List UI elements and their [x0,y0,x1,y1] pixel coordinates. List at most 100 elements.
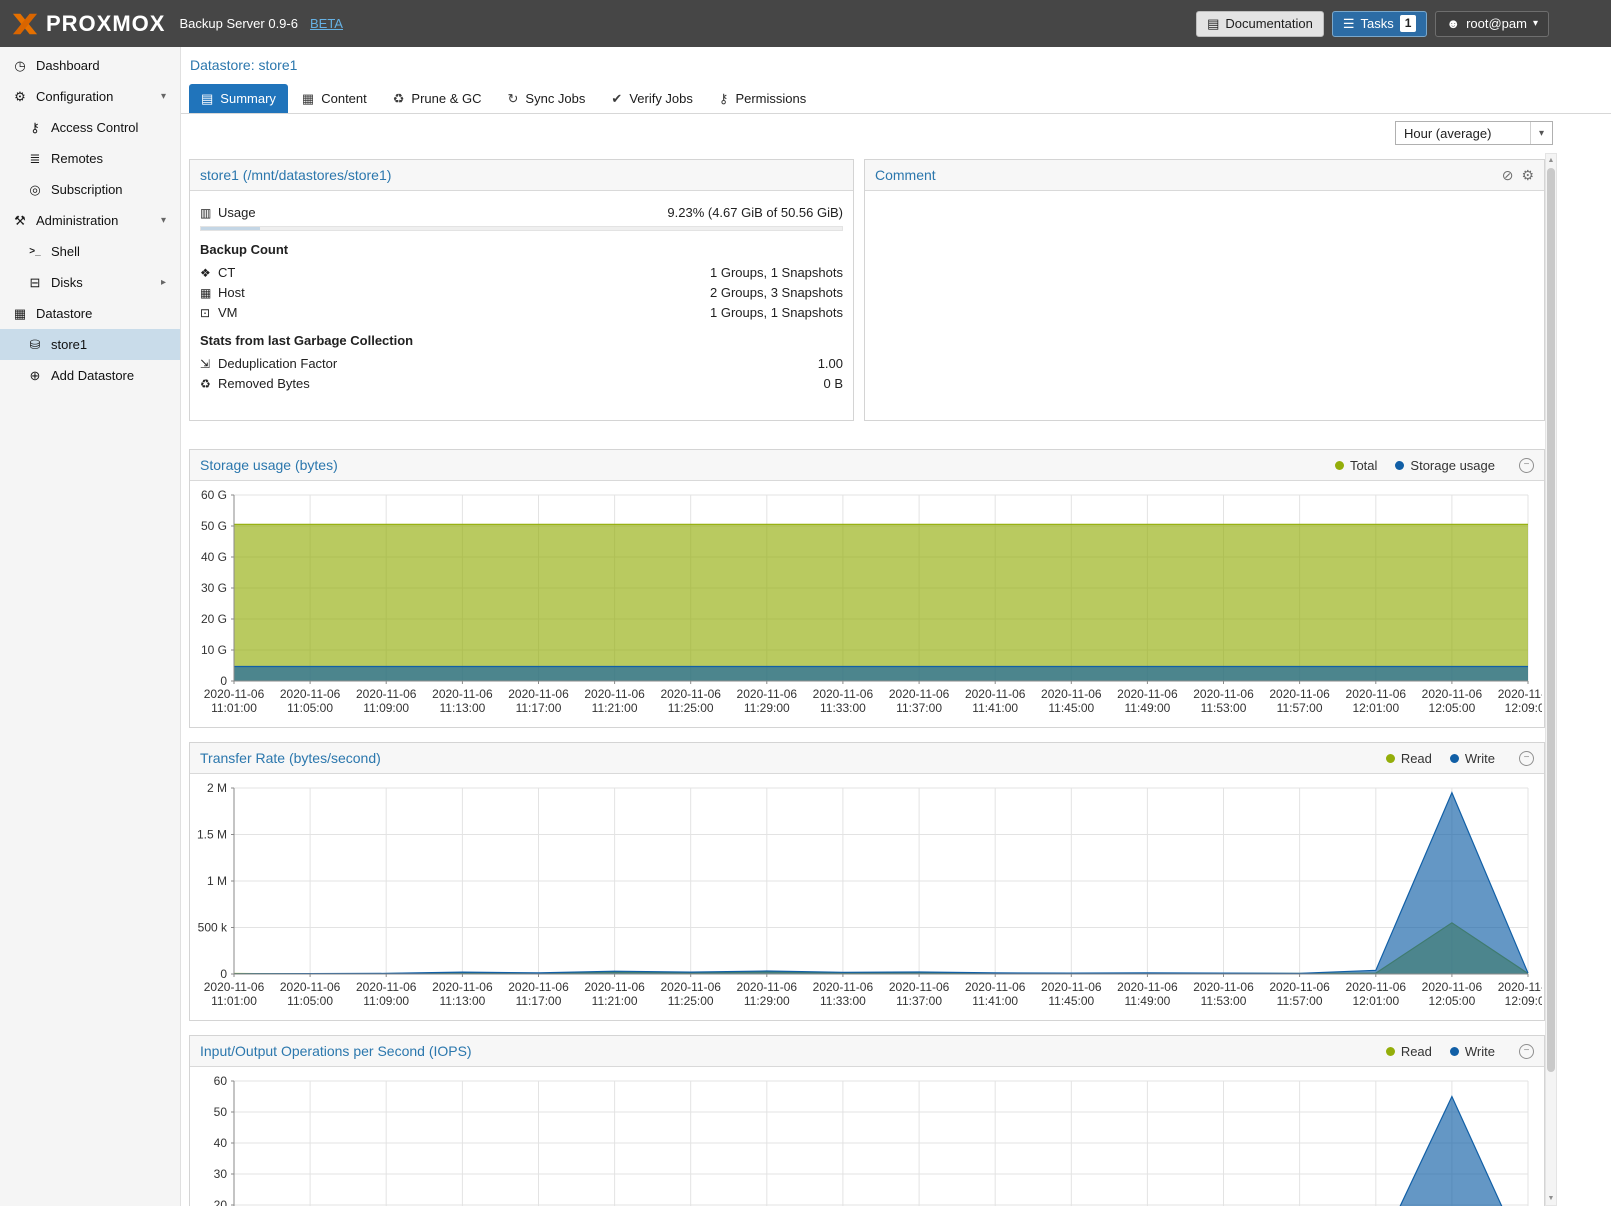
svg-text:50 G: 50 G [201,519,227,533]
svg-text:11:13:00: 11:13:00 [439,994,485,1008]
legend-item-storage-usage[interactable]: Storage usage [1395,458,1495,473]
legend-dot-read [1386,754,1395,763]
gear-icon[interactable]: ⚙ [1521,167,1534,184]
tab-prune-gc[interactable]: ♻ Prune & GC [381,84,494,113]
legend-item-write[interactable]: Write [1450,751,1495,766]
legend-dot-write [1450,1047,1459,1056]
tab-summary[interactable]: ▤ Summary [189,84,288,113]
collapse-chart-button[interactable]: − [1519,751,1534,766]
book-icon: ▤ [1207,16,1219,32]
sidebar-item-dashboard[interactable]: ◷ Dashboard [0,50,180,81]
tab-permissions[interactable]: ⚷ Permissions [707,84,818,113]
comment-body[interactable] [865,191,1544,215]
svg-text:2020-11-06: 2020-11-06 [356,980,417,994]
legend-dot-write [1450,754,1459,763]
tab-sync-jobs[interactable]: ↻ Sync Jobs [496,84,598,113]
tab-label: Summary [220,91,276,106]
cube-icon: ❖ [200,266,218,280]
legend-item-read[interactable]: Read [1386,1044,1432,1059]
svg-text:11:33:00: 11:33:00 [820,701,866,715]
sidebar-item-datastore[interactable]: ▦ Datastore [0,298,180,329]
sidebar-item-configuration[interactable]: ⚙ Configuration ▾ [0,81,180,112]
product-name: PROXMOX [46,11,165,37]
content-scrollbar[interactable]: ▲ ▼ [1545,153,1557,1206]
svg-text:2020-11-06: 2020-11-06 [432,980,493,994]
collapse-chart-button[interactable]: − [1519,458,1534,473]
sidebar-item-add-datastore[interactable]: ⊕ Add Datastore [0,360,180,391]
svg-text:2020-11-06: 2020-11-06 [660,687,721,701]
svg-text:2020-11-06: 2020-11-06 [889,687,950,701]
sidebar-item-access-control[interactable]: ⚷ Access Control [0,112,180,143]
collapse-caret-icon[interactable]: ▾ [161,91,166,102]
iops-chart-panel: Input/Output Operations per Second (IOPS… [189,1035,1545,1206]
svg-text:2020-11-06: 2020-11-06 [737,980,798,994]
svg-text:12:09:00: 12:09:00 [1505,701,1542,715]
sidebar-item-store1[interactable]: ⛁ store1 [0,329,180,360]
terminal-icon: >_ [27,246,43,257]
svg-text:11:41:00: 11:41:00 [972,994,1018,1008]
backup-row-ct: ❖ CT 1 Groups, 1 Snapshots [200,263,843,282]
sidebar-item-disks[interactable]: ⊟ Disks ▸ [0,267,180,298]
minus-circle-icon: − [1524,753,1530,763]
sidebar-item-shell[interactable]: >_ Shell [0,236,180,267]
iops-chart-title: Input/Output Operations per Second (IOPS… [200,1043,472,1059]
content-area: store1 (/mnt/datastores/store1) ▥ Usage … [189,152,1545,1206]
collapse-chart-button[interactable]: − [1519,1044,1534,1059]
svg-text:11:53:00: 11:53:00 [1201,701,1247,715]
svg-text:500 k: 500 k [198,921,228,935]
filter-row: Hour (average) ▾ [181,114,1611,152]
svg-text:30 G: 30 G [201,581,227,595]
legend-label: Read [1401,1044,1432,1059]
svg-text:50: 50 [214,1105,228,1119]
sidebar-item-remotes[interactable]: ≣ Remotes [0,143,180,174]
legend-item-total[interactable]: Total [1335,458,1377,473]
svg-text:11:29:00: 11:29:00 [744,701,790,715]
storage-usage-chart-panel: Storage usage (bytes) Total Storage usag… [189,449,1545,728]
database-icon: ⛁ [27,337,43,353]
ban-icon[interactable]: ⊘ [1502,167,1514,184]
beta-link[interactable]: BETA [310,16,343,31]
legend-item-read[interactable]: Read [1386,751,1432,766]
svg-text:12:01:00: 12:01:00 [1352,994,1399,1008]
svg-text:11:29:00: 11:29:00 [744,994,790,1008]
sidebar-item-label: Add Datastore [51,368,134,383]
svg-text:11:01:00: 11:01:00 [211,701,257,715]
legend-item-write[interactable]: Write [1450,1044,1495,1059]
removed-bytes-row: ♻ Removed Bytes 0 B [200,374,843,393]
collapse-caret-icon[interactable]: ▾ [161,215,166,226]
svg-text:2020-11-06: 2020-11-06 [356,687,417,701]
svg-text:12:01:00: 12:01:00 [1352,701,1399,715]
svg-text:2020-11-06: 2020-11-06 [1193,980,1254,994]
legend-dot-read [1386,1047,1395,1056]
scrollbar-down-arrow-icon[interactable]: ▼ [1546,1192,1556,1205]
sidebar-item-label: Shell [51,244,80,259]
sidebar-item-subscription[interactable]: ◎ Subscription [0,174,180,205]
svg-text:30: 30 [214,1167,228,1181]
timeframe-select[interactable]: Hour (average) ▾ [1395,121,1553,145]
usage-chart-icon: ▥ [200,206,218,220]
host-label: Host [218,285,245,300]
scrollbar-thumb[interactable] [1547,168,1555,1072]
svg-text:2020-11-06: 2020-11-06 [1498,980,1542,994]
svg-text:12:09:00: 12:09:00 [1505,994,1542,1008]
documentation-button[interactable]: ▤ Documentation [1196,11,1324,37]
svg-text:2020-11-06: 2020-11-06 [660,980,721,994]
scrollbar-up-arrow-icon[interactable]: ▲ [1546,154,1556,167]
svg-text:0: 0 [220,967,227,981]
svg-text:11:13:00: 11:13:00 [439,701,485,715]
tab-verify-jobs[interactable]: ✔ Verify Jobs [599,84,705,113]
svg-text:0: 0 [220,674,227,688]
user-menu-button[interactable]: ☻ root@pam ▾ [1435,11,1549,37]
svg-text:10 G: 10 G [201,643,227,657]
combo-caret-icon[interactable]: ▾ [1530,122,1552,144]
svg-text:11:17:00: 11:17:00 [516,701,562,715]
sidebar-item-administration[interactable]: ⚒ Administration ▾ [0,205,180,236]
datastore-summary-panel: store1 (/mnt/datastores/store1) ▥ Usage … [189,159,854,421]
tasks-button[interactable]: ☰ Tasks 1 [1332,11,1428,37]
proxmox-logo: PROXMOX [10,11,165,37]
trash-icon: ♻ [393,91,405,107]
expand-caret-icon[interactable]: ▸ [161,277,166,288]
tab-content[interactable]: ▦ Content [290,84,379,113]
header-buttons: ▤ Documentation ☰ Tasks 1 ☻ root@pam ▾ [1196,11,1549,37]
svg-text:40 G: 40 G [201,550,227,564]
